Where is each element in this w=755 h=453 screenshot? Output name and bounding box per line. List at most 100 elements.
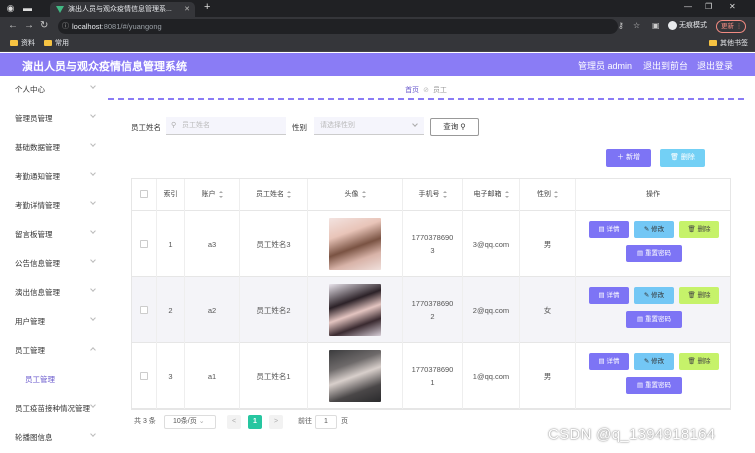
update-button[interactable]: 更新 ⋮ <box>716 20 746 33</box>
sidebar-item-basic-data[interactable]: 基础数据管理 <box>0 134 108 163</box>
sidebar-item-performance[interactable]: 演出信息管理 <box>0 279 108 308</box>
column-email[interactable]: 电子邮箱 <box>463 179 520 211</box>
sort-icon[interactable] <box>361 190 366 198</box>
address-bar-row: ← → ↻ ⓘ localhost:8081/#/yuangong ⚷ ☆ ▣ … <box>0 17 755 36</box>
sidebar-item-users[interactable]: 用户管理 <box>0 308 108 337</box>
employee-name-input[interactable]: ⚲ 员工姓名 <box>166 117 286 135</box>
cell-gender: 男 <box>520 211 576 277</box>
sidebar-item-attendance-detail[interactable]: 考勤详情管理 <box>0 192 108 221</box>
url-field[interactable]: ⓘ localhost:8081/#/yuangong <box>58 19 618 34</box>
cell-avatar <box>308 211 403 277</box>
add-button[interactable]: ＋ 新增 <box>606 149 651 167</box>
gender-placeholder: 请选择性别 <box>320 122 355 129</box>
cell-name: 员工姓名2 <box>240 277 308 343</box>
sort-icon[interactable] <box>287 190 291 198</box>
row-checkbox-cell <box>132 343 157 409</box>
reset-password-label: 重置密码 <box>644 316 671 323</box>
reload-icon[interactable]: ↻ <box>40 20 48 32</box>
browser-tab[interactable]: 演出人员与观众疫情信息管理系... ✕ <box>50 2 195 17</box>
phone-line: 1770378690 <box>411 233 454 242</box>
column-avatar[interactable]: 头像 <box>308 179 403 211</box>
remove-label: 删除 <box>697 226 711 233</box>
bookmark-folder[interactable]: 常用 <box>44 39 69 49</box>
bookmark-folder[interactable]: 资料 <box>10 39 35 49</box>
search-icon: ⚲ <box>171 122 177 129</box>
restore-icon[interactable]: ❐ <box>705 2 712 11</box>
reset-password-button[interactable]: ▤ 重置密码 <box>626 377 682 394</box>
goto-page-input[interactable]: 1 <box>315 415 337 429</box>
reset-password-button[interactable]: ▤ 重置密码 <box>626 311 682 328</box>
sidebar-item-announcement[interactable]: 公告信息管理 <box>0 250 108 279</box>
tab-strip-icon[interactable]: ▬ <box>22 3 33 14</box>
new-tab-icon[interactable]: + <box>204 1 210 13</box>
minimize-icon[interactable]: — <box>684 2 692 11</box>
detail-button[interactable]: ▤ 详情 <box>589 287 629 304</box>
sidebar-item-admin[interactable]: 管理员管理 <box>0 105 108 134</box>
sidebar-item-carousel[interactable]: 轮播图信息 <box>0 424 108 453</box>
select-all-checkbox-cell <box>132 179 157 211</box>
page-size-select[interactable]: 10条/页 ⌄ <box>164 415 216 429</box>
remove-button[interactable]: 🗑 删除 <box>679 353 719 370</box>
sidebar-item-label: 员工管理 <box>15 346 45 355</box>
edit-button[interactable]: ✎ 修改 <box>634 353 674 370</box>
current-page-button[interactable]: 1 <box>248 415 262 429</box>
column-account[interactable]: 账户 <box>185 179 240 211</box>
remove-button[interactable]: 🗑 删除 <box>679 221 719 238</box>
sidebar-item-employees[interactable]: 员工管理 <box>0 337 108 366</box>
url-host: localhost <box>72 22 102 31</box>
sort-icon[interactable] <box>218 190 223 198</box>
sidebar-subitem-employees[interactable]: 员工管理 <box>0 366 108 395</box>
edit-button[interactable]: ✎ 修改 <box>634 287 674 304</box>
detail-label: 详情 <box>606 226 620 233</box>
trash-icon: 🗑 <box>670 154 679 161</box>
pencil-icon: ✎ <box>643 226 650 233</box>
column-name[interactable]: 员工姓名 <box>240 179 308 211</box>
prev-page-button[interactable]: < <box>227 415 241 429</box>
breadcrumb-home[interactable]: 首页 <box>405 87 419 94</box>
column-phone[interactable]: 手机号 <box>403 179 463 211</box>
sort-icon[interactable] <box>554 190 558 198</box>
breadcrumb: 首页 ⊘ 员工 <box>108 78 744 100</box>
sidebar-item-message-board[interactable]: 留言板管理 <box>0 221 108 250</box>
select-all-checkbox[interactable] <box>140 190 148 199</box>
logout-link[interactable]: 退出登录 <box>697 59 733 72</box>
key-icon[interactable]: ⚷ <box>618 20 624 32</box>
sort-icon[interactable] <box>442 190 447 198</box>
column-gender[interactable]: 性别 <box>520 179 576 211</box>
back-icon[interactable]: ← <box>8 20 18 32</box>
sort-icon[interactable] <box>504 190 509 198</box>
bookmark-star-icon[interactable]: ☆ <box>633 20 640 32</box>
remove-button[interactable]: 🗑 删除 <box>679 287 719 304</box>
cell-name: 员工姓名3 <box>240 211 308 277</box>
row-checkbox[interactable] <box>140 306 148 314</box>
search-button[interactable]: 查询 ⚲ <box>430 118 479 136</box>
chevron-down-icon <box>412 121 418 127</box>
sidebar-item-vaccination[interactable]: 员工疫苗接种情况管理 <box>0 395 108 424</box>
sidebar-item-attendance-notice[interactable]: 考勤通知管理 <box>0 163 108 192</box>
incognito-indicator[interactable]: 无痕模式 <box>668 20 707 32</box>
detail-button[interactable]: ▤ 详情 <box>589 353 629 370</box>
row-checkbox[interactable] <box>140 372 148 380</box>
close-tab-icon[interactable]: ✕ <box>184 2 190 17</box>
close-window-icon[interactable]: ✕ <box>729 2 736 11</box>
cell-avatar <box>308 277 403 343</box>
site-info-icon[interactable]: ⓘ <box>62 19 69 34</box>
next-page-button[interactable]: > <box>269 415 283 429</box>
gender-select[interactable]: 请选择性别 <box>314 117 424 135</box>
batch-delete-button[interactable]: 🗑 删除 <box>660 149 705 167</box>
back-to-front-link[interactable]: 退出到前台 <box>643 59 688 72</box>
reset-password-button[interactable]: ▤ 重置密码 <box>626 245 682 262</box>
sidebar-item-personal-center[interactable]: 个人中心 <box>0 76 108 105</box>
other-bookmarks[interactable]: 其他书签 <box>709 39 748 49</box>
chevron-down-icon <box>90 199 96 205</box>
forward-icon[interactable]: → <box>24 20 34 32</box>
phone-line: 3 <box>430 246 435 255</box>
column-gender-label: 性别 <box>537 191 551 198</box>
side-panel-icon[interactable]: ▣ <box>652 20 660 32</box>
chevron-down-icon <box>90 286 96 292</box>
browser-menu-icon[interactable]: ◉ <box>5 3 16 14</box>
edit-button[interactable]: ✎ 修改 <box>634 221 674 238</box>
row-checkbox[interactable] <box>140 240 148 248</box>
detail-button[interactable]: ▤ 详情 <box>589 221 629 238</box>
incognito-icon <box>668 20 677 30</box>
